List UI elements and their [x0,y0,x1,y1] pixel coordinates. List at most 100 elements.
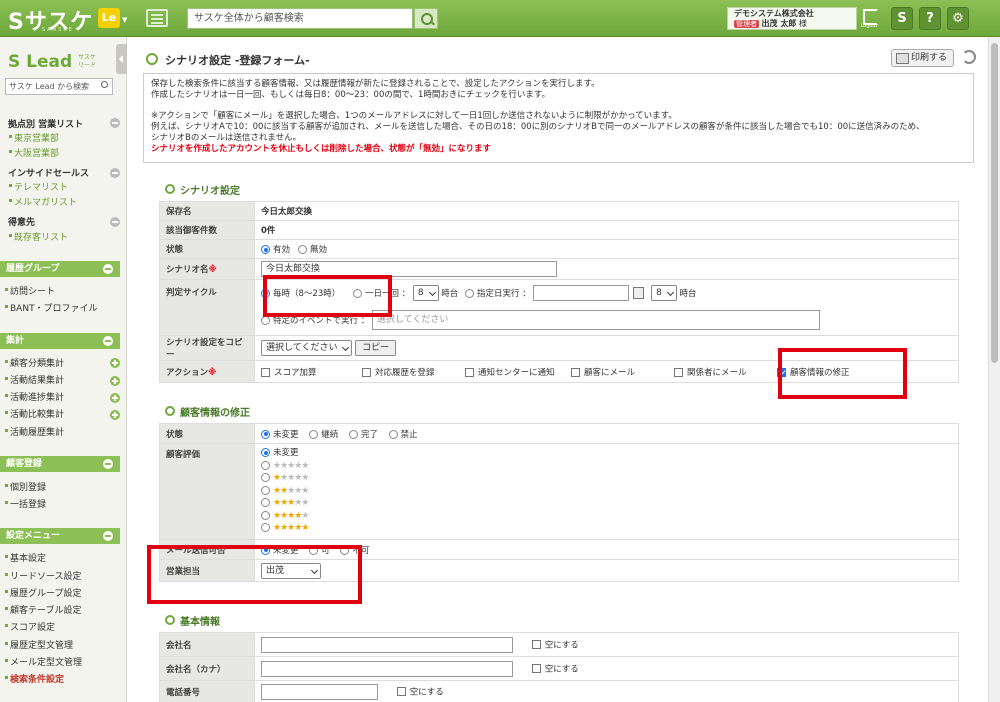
sidebar-section-aggregate[interactable]: 集計 [0,333,120,349]
date-hour-select[interactable]: 8 [651,285,677,301]
collapse-icon[interactable] [110,118,120,128]
search-icon[interactable] [414,8,438,29]
page-scrollbar[interactable] [988,37,1000,702]
clear-checkbox[interactable] [531,640,541,649]
action-mail-related-checkbox[interactable] [674,367,683,377]
mail-no-radio[interactable] [340,545,350,555]
gear-icon[interactable]: ⚙ [947,7,969,30]
date-input[interactable] [533,285,630,301]
expand-icon[interactable] [110,410,120,420]
rating-radio[interactable] [261,523,270,532]
rating-radio[interactable] [261,510,270,520]
action-score-checkbox[interactable] [261,367,270,377]
sidebar-item[interactable]: 既存客リスト [8,230,68,243]
action-edit-customer-checkbox[interactable] [777,367,786,377]
calendar-icon[interactable] [633,287,645,299]
sidebar-item[interactable]: 顧客分類集計 [4,356,64,369]
sidebar-item-active[interactable]: 検索条件設定 [4,672,64,685]
refresh-icon[interactable] [962,50,976,64]
search-icon[interactable] [101,81,108,88]
sidebar-section-registration[interactable]: 顧客登録 [0,456,120,472]
sidebar-search-input[interactable]: サスケ Lead から検索 [5,78,113,95]
rating-radio[interactable] [261,473,270,482]
sidebar-section-settings[interactable]: 設定メニュー [0,528,120,544]
collapse-icon[interactable] [103,531,113,541]
sidebar-item[interactable]: BANT・プロファイル [5,301,98,314]
company-name-input[interactable] [261,636,513,653]
status-continue-radio[interactable] [309,429,319,439]
rating-radio[interactable] [261,460,270,470]
chevron-down-icon[interactable]: ▼ [122,16,127,24]
rating-radio[interactable] [261,498,270,507]
collapse-icon[interactable] [103,459,113,469]
sidebar-item[interactable]: 履歴グループ設定 [4,586,81,599]
sidebar-item[interactable]: 活動進捗集計 [4,390,64,403]
logout-button[interactable]: Logout [858,7,880,30]
copy-scenario-select[interactable]: 選択してください [261,340,353,356]
cycle-hourly-radio[interactable] [261,288,270,298]
mail-unchanged-radio[interactable] [261,545,270,555]
sidebar-item[interactable]: 活動比較集計 [4,407,64,420]
sidebar-group-title[interactable]: インサイドセールス [8,166,89,179]
cycle-daily-radio[interactable] [352,288,362,298]
sales-rep-select[interactable]: 出茂 [261,562,321,579]
saaske-menu-icon[interactable]: S [891,7,913,30]
copy-button[interactable]: コピー [355,340,397,356]
collapse-icon[interactable] [110,217,120,227]
sidebar-item[interactable]: 顧客テーブル設定 [4,603,81,616]
status-done-radio[interactable] [348,429,358,439]
clear-checkbox[interactable] [396,687,406,696]
sidebar-item[interactable]: 個別登録 [4,480,46,493]
global-search-input[interactable]: サスケ全体から顧客検索 [187,8,413,29]
radio-label: 無効 [310,245,328,255]
news-icon[interactable] [146,9,168,27]
event-select-input[interactable]: 選択してください [371,310,820,330]
sidebar-item[interactable]: 活動履歴集計 [4,425,64,438]
action-notify-checkbox[interactable] [465,367,474,377]
expand-icon[interactable] [110,358,120,368]
phone-input[interactable] [261,683,378,700]
scenario-name-input[interactable]: 今日太郎交換 [261,261,557,277]
sidebar-item[interactable]: テレマリスト [8,180,68,193]
collapse-icon[interactable] [103,264,113,274]
collapse-icon[interactable] [103,336,113,346]
company-kana-input[interactable] [261,660,513,677]
sidebar-group-title[interactable]: 得意先 [8,215,35,228]
user-info-box[interactable]: デモシステム株式会社 管理者 出茂 太郎 様 [727,7,857,30]
status-unchanged-radio[interactable] [261,429,270,439]
sidebar-item[interactable]: メルマガリスト [8,195,77,208]
sidebar-item[interactable]: 活動結果集計 [4,373,64,386]
rating-radio[interactable] [261,485,270,495]
cycle-event-radio[interactable] [261,315,270,325]
cycle-date-radio[interactable] [465,288,474,298]
print-button[interactable]: 印刷する [891,49,954,67]
help-button[interactable]: ? [919,7,941,30]
action-mail-customer-checkbox[interactable] [571,367,580,377]
status-on-radio[interactable] [261,245,270,254]
sidebar-item[interactable]: 一括登録 [4,497,46,510]
action-history-checkbox[interactable] [362,367,371,377]
sidebar-item[interactable]: 東京営業部 [8,131,59,144]
status-off-radio[interactable] [298,245,308,254]
clear-checkbox[interactable] [531,664,541,673]
sidebar-item[interactable]: リードソース設定 [5,569,82,582]
sidebar-item[interactable]: スコア設定 [4,620,55,633]
status-ban-radio[interactable] [388,429,398,439]
scroll-thumb[interactable] [991,43,998,363]
collapse-icon[interactable] [110,168,120,178]
expand-icon[interactable] [110,376,120,386]
expand-icon[interactable] [110,393,120,403]
sidebar-group-title[interactable]: 拠点別 営業リスト [8,117,83,130]
sidebar-item[interactable]: 履歴定型文管理 [4,638,73,651]
rating-unchanged-radio[interactable] [261,448,270,457]
sidebar-item[interactable]: 基本設定 [4,551,46,564]
sidebar-item[interactable]: メール定型文管理 [4,655,82,668]
mail-yes-radio[interactable] [309,545,319,555]
sidebar-item[interactable]: 訪問シート [4,284,55,297]
daily-hour-select[interactable]: 8 [412,285,439,301]
count-value: 0件 [261,226,276,236]
le-app-switcher-button[interactable]: Le [98,8,120,28]
sidebar-section-history[interactable]: 履歴グループ [0,261,120,277]
sidebar-item[interactable]: 大阪営業部 [8,146,59,159]
sidebar-collapse-handle[interactable] [116,44,127,74]
